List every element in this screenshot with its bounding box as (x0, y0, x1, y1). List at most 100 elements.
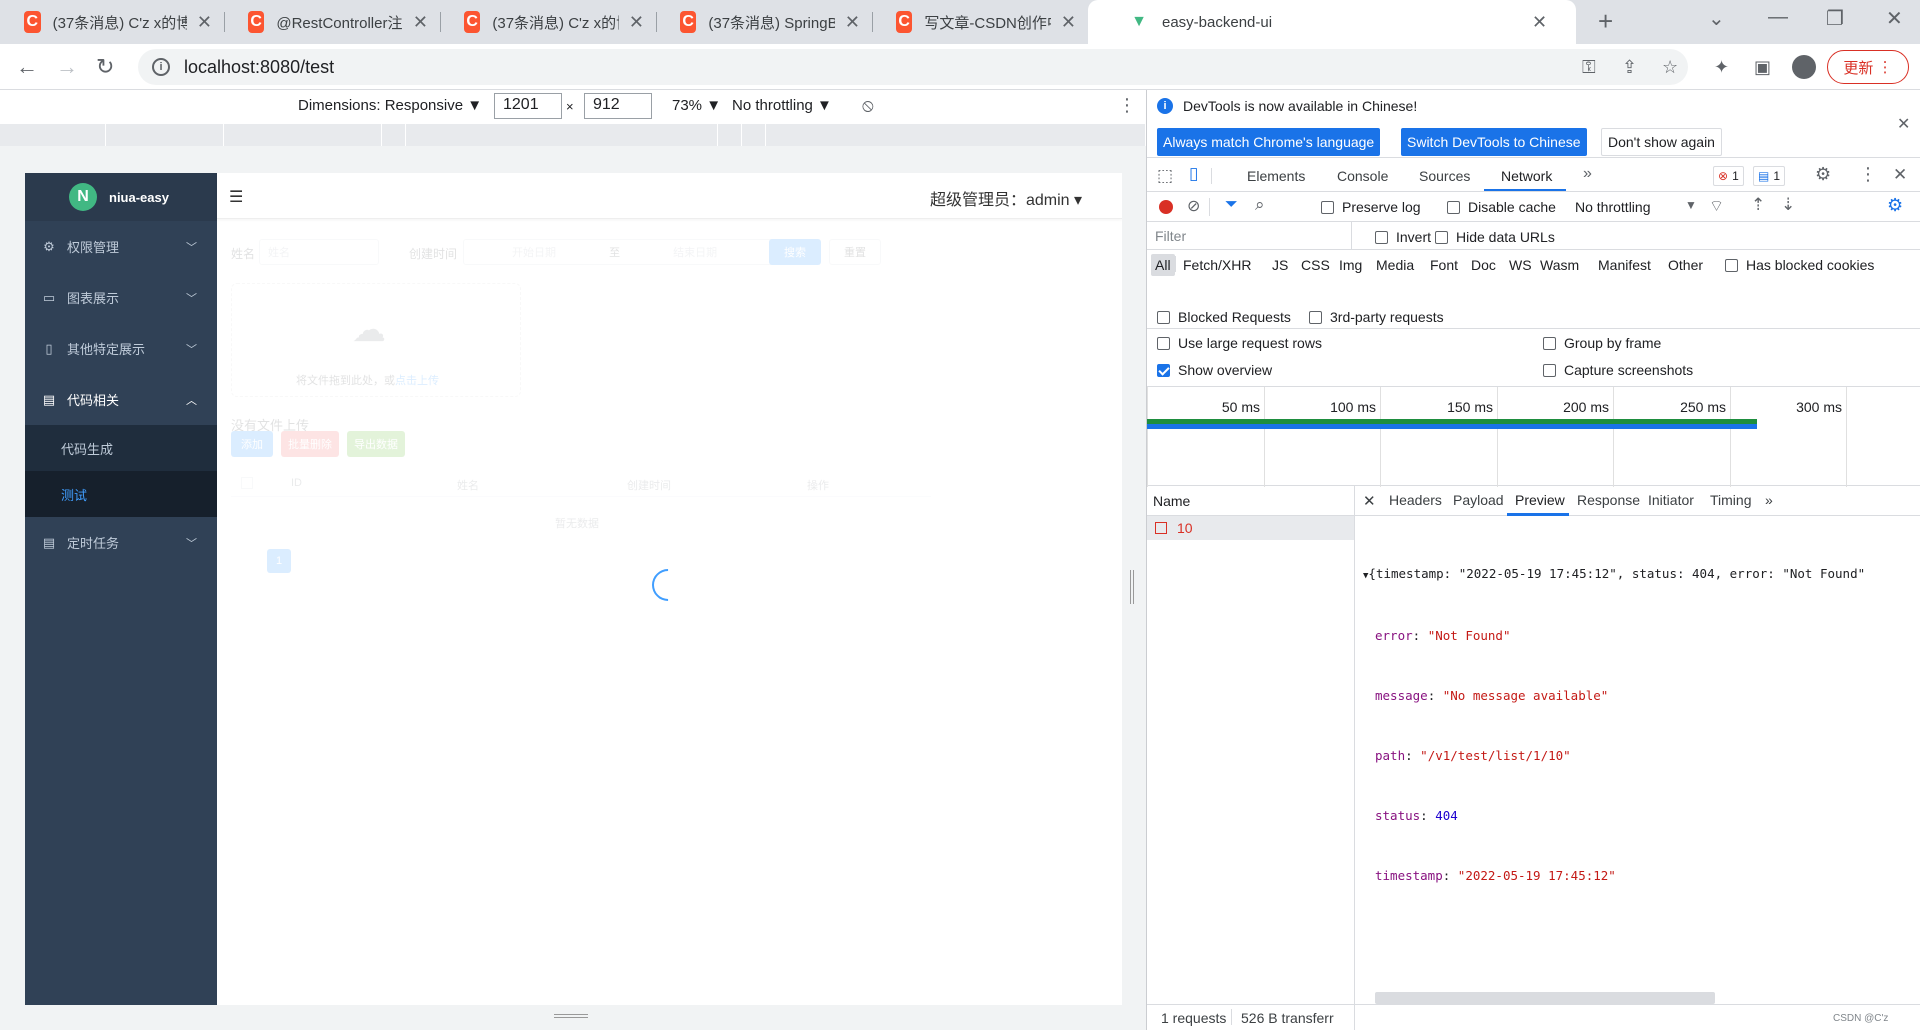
type-ws[interactable]: WS (1509, 257, 1532, 273)
clear-icon[interactable]: ⊘ (1187, 196, 1200, 216)
width-input[interactable]: 1201 (494, 93, 562, 119)
profile-avatar[interactable] (1792, 55, 1816, 79)
bookmark-star-icon[interactable]: ☆ (1662, 57, 1678, 78)
type-all[interactable]: All (1151, 254, 1175, 276)
side-panel-icon[interactable]: ▣ (1754, 57, 1771, 78)
tab-timing[interactable]: Timing (1710, 492, 1752, 508)
submenu-item-codegen[interactable]: 代码生成 (25, 425, 217, 471)
name-column-header[interactable]: Name (1147, 486, 1354, 516)
menu-item-scheduled[interactable]: ▤ 定时任务 ﹀ (25, 517, 217, 568)
new-tab-button[interactable]: + (1598, 6, 1613, 37)
capture-screenshots-checkbox[interactable]: Capture screenshots (1543, 362, 1693, 378)
close-infobar-icon[interactable]: ✕ (1897, 114, 1910, 134)
select-all-checkbox[interactable] (241, 477, 253, 489)
date-range-input[interactable]: 开始日期 至 结束日期 (463, 239, 793, 265)
disable-cache-checkbox[interactable]: Disable cache (1447, 199, 1556, 215)
minimize-button[interactable]: — (1768, 6, 1788, 29)
tab-elements[interactable]: Elements (1247, 168, 1305, 184)
page-number[interactable]: 1 (267, 549, 291, 573)
media-query-ruler[interactable] (0, 124, 1146, 146)
throttle-select[interactable]: No throttling (1575, 199, 1650, 215)
dimensions-select[interactable]: Dimensions: Responsive ▼ (298, 97, 482, 114)
close-tab-icon[interactable]: ✕ (197, 12, 212, 33)
type-fetch-xhr[interactable]: Fetch/XHR (1183, 257, 1251, 273)
close-tab-icon[interactable]: ✕ (629, 12, 644, 33)
search-button[interactable]: 搜索 (769, 239, 821, 265)
horizontal-scrollbar[interactable] (1375, 992, 1715, 1004)
more-detail-tabs-icon[interactable]: » (1765, 492, 1773, 508)
match-language-button[interactable]: Always match Chrome's language (1157, 128, 1381, 156)
type-img[interactable]: Img (1339, 257, 1362, 273)
batch-delete-button[interactable]: 批量删除 (281, 431, 339, 457)
rotate-icon[interactable]: ⦸ (862, 95, 874, 116)
export-button[interactable]: 导出数据 (347, 431, 405, 457)
network-settings-icon[interactable]: ⚙ (1887, 195, 1903, 216)
close-window-button[interactable]: ✕ (1886, 6, 1903, 31)
menu-item-charts[interactable]: ▭ 图表展示 ﹀ (25, 272, 217, 323)
close-detail-icon[interactable]: ✕ (1363, 492, 1376, 510)
tab-initiator[interactable]: Initiator (1648, 492, 1694, 508)
user-dropdown[interactable]: 超级管理员：admin ▾ (930, 186, 1082, 210)
large-rows-checkbox[interactable]: Use large request rows (1157, 335, 1322, 351)
tab-console[interactable]: Console (1337, 168, 1388, 184)
network-overview[interactable]: 50 ms 100 ms 150 ms 200 ms 250 ms 300 ms (1147, 386, 1920, 487)
hamburger-icon[interactable]: ☰ (229, 187, 243, 207)
menu-item-special[interactable]: ▯ 其他特定展示 ﹀ (25, 323, 217, 374)
json-root-row[interactable]: ▼{timestamp: "2022-05-19 17:45:12", stat… (1363, 564, 1865, 586)
share-icon[interactable]: ⇪ (1622, 57, 1637, 78)
search-icon[interactable]: ⌕ (1255, 195, 1265, 215)
device-toggle-icon[interactable]: ▯ (1189, 164, 1198, 184)
close-tab-icon[interactable]: ✕ (1061, 12, 1076, 33)
invert-checkbox[interactable]: Invert (1375, 229, 1431, 245)
blocked-cookies-checkbox[interactable]: Has blocked cookies (1725, 257, 1874, 273)
settings-gear-icon[interactable]: ⚙ (1815, 164, 1831, 185)
viewport-height-handle[interactable] (554, 1014, 588, 1018)
zoom-select[interactable]: 73% ▼ (672, 97, 721, 114)
type-other[interactable]: Other (1668, 257, 1703, 273)
height-input[interactable]: 912 (584, 93, 652, 119)
throttling-select[interactable]: No throttling ▼ (732, 97, 832, 114)
show-overview-checkbox[interactable]: Show overview (1157, 362, 1272, 378)
update-button[interactable]: 更新 ⋮ (1827, 50, 1909, 84)
type-media[interactable]: Media (1376, 257, 1414, 273)
site-info-icon[interactable]: i (152, 58, 170, 76)
tab-network[interactable]: Network (1501, 168, 1552, 184)
reload-button[interactable]: ↻ (96, 54, 114, 80)
browser-tab[interactable]: C 写文章-CSDN创作中心 ✕ (872, 0, 1088, 44)
more-options-icon[interactable]: ⋮ (1118, 95, 1136, 116)
tab-headers[interactable]: Headers (1389, 492, 1442, 508)
group-by-frame-checkbox[interactable]: Group by frame (1543, 335, 1661, 351)
back-button[interactable]: ← (16, 54, 38, 80)
browser-tab[interactable]: C (37条消息) SpringBoot基础 ✕ (656, 0, 872, 44)
blocked-requests-checkbox[interactable]: Blocked Requests (1157, 309, 1291, 325)
type-css[interactable]: CSS (1301, 257, 1330, 273)
type-js[interactable]: JS (1272, 257, 1288, 273)
type-font[interactable]: Font (1430, 257, 1458, 273)
browser-tab[interactable]: C @RestController注解- CSI ✕ (224, 0, 440, 44)
type-wasm[interactable]: Wasm (1540, 257, 1579, 273)
tab-search-icon[interactable]: ⌄ (1708, 6, 1725, 31)
close-devtools-icon[interactable]: ✕ (1893, 165, 1907, 185)
password-key-icon[interactable]: ⚿ (1582, 57, 1596, 78)
message-counter[interactable]: ▤ 1 (1753, 166, 1786, 186)
dont-show-again-button[interactable]: Don't show again (1601, 128, 1722, 156)
browser-tab-active[interactable]: ▼ easy-backend-ui ✕ (1088, 0, 1576, 44)
type-manifest[interactable]: Manifest (1598, 257, 1651, 273)
url-text[interactable]: localhost:8080/test (184, 57, 334, 78)
sidebar-logo[interactable]: N niua-easy (25, 173, 217, 221)
tab-response[interactable]: Response (1577, 492, 1640, 508)
restore-button[interactable]: ❐ (1826, 6, 1844, 31)
type-doc[interactable]: Doc (1471, 257, 1496, 273)
close-tab-icon[interactable]: ✕ (413, 12, 428, 33)
json-preview[interactable]: ▼{timestamp: "2022-05-19 17:45:12", stat… (1363, 524, 1865, 926)
tab-preview[interactable]: Preview (1515, 492, 1565, 508)
export-har-icon[interactable]: ⇣ (1781, 195, 1795, 215)
inspect-element-icon[interactable]: ⬚ (1157, 166, 1173, 186)
tab-sources[interactable]: Sources (1419, 168, 1470, 184)
network-conditions-icon[interactable]: ⌔ (1709, 196, 1724, 216)
devtools-menu-icon[interactable]: ⋮ (1859, 164, 1877, 185)
forward-button[interactable]: → (56, 54, 78, 80)
filter-icon[interactable]: ⏷ (1225, 196, 1238, 214)
upload-dropzone[interactable]: ☁ 将文件拖到此处，或点击上传 (231, 283, 521, 397)
request-row[interactable]: 10 (1147, 516, 1354, 540)
